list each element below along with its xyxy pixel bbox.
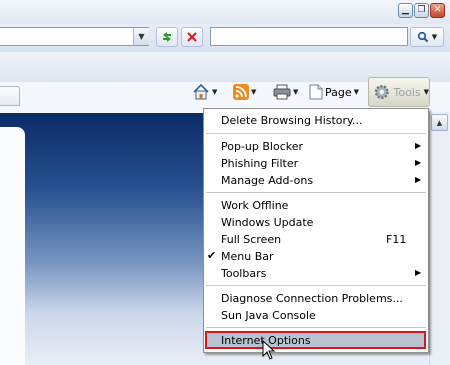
content-panel	[0, 127, 25, 365]
menu-item-label: Menu Bar	[221, 250, 274, 263]
print-button[interactable]: ▼	[273, 80, 298, 104]
menu-item-work-offline[interactable]: Work Offline	[204, 197, 428, 214]
menu-separator	[206, 285, 426, 286]
home-icon	[193, 83, 209, 100]
menu-item-internet-options[interactable]: Internet Options	[205, 331, 426, 349]
menu-item-label: Manage Add-ons	[221, 174, 314, 187]
chevron-down-icon: ▼	[138, 32, 145, 41]
submenu-arrow-icon: ▶	[415, 141, 422, 150]
page-menu-button[interactable]: Page ▼	[309, 80, 359, 104]
menu-item-label: Work Offline	[221, 199, 289, 212]
chevron-down-icon: ▼	[431, 33, 438, 41]
vertical-scrollbar[interactable]	[429, 112, 450, 365]
menu-item-phishing-filter[interactable]: Phishing Filter ▶	[204, 155, 428, 172]
menu-item-label: Pop-up Blocker	[221, 140, 304, 153]
chevron-down-icon: ▼	[212, 88, 218, 96]
address-dropdown-button[interactable]: ▼	[133, 28, 149, 45]
menu-item-sun-java-console[interactable]: Sun Java Console	[204, 307, 428, 324]
chevron-down-icon: ▼	[251, 88, 257, 96]
menu-item-windows-update[interactable]: Windows Update	[204, 214, 428, 231]
menu-separator	[206, 192, 426, 193]
gear-icon	[374, 85, 389, 99]
rss-feed-icon	[233, 84, 249, 100]
chevron-down-icon: ▼	[293, 88, 299, 96]
close-window-button[interactable]: ✕	[430, 3, 445, 18]
checkmark-icon: ✔	[207, 249, 217, 262]
restore-icon: ❐	[417, 5, 426, 15]
menu-item-label: Phishing Filter	[221, 157, 299, 170]
search-icon	[417, 31, 429, 43]
menu-item-label: Delete Browsing History...	[221, 114, 363, 127]
menu-item-label: Full Screen	[221, 233, 282, 246]
menu-separator	[206, 133, 426, 134]
scroll-up-button[interactable]: ▲	[431, 114, 448, 131]
refresh-button[interactable]	[156, 27, 178, 47]
menu-item-label: Toolbars	[221, 267, 267, 280]
restore-button[interactable]: ❐	[414, 3, 429, 18]
submenu-arrow-icon: ▶	[415, 158, 422, 167]
menu-item-delete-browsing-history[interactable]: Delete Browsing History...	[204, 112, 428, 129]
menu-item-menu-bar[interactable]: ✔ Menu Bar	[204, 248, 428, 265]
refresh-icon	[163, 32, 171, 42]
chevron-down-icon: ▼	[353, 88, 360, 96]
tools-menu: Delete Browsing History... Pop-up Blocke…	[203, 108, 429, 353]
home-button[interactable]: ▼	[192, 80, 217, 104]
chevron-down-icon: ▼	[423, 88, 429, 96]
printer-icon	[273, 84, 291, 100]
menu-item-shortcut: F11	[386, 233, 407, 246]
address-input[interactable]	[0, 27, 149, 46]
menu-item-label: Windows Update	[221, 216, 314, 229]
menu-item-label: Diagnose Connection Problems...	[221, 292, 403, 305]
menu-item-label: Sun Java Console	[221, 309, 316, 322]
mouse-pointer-icon	[262, 340, 276, 360]
page-menu-label: Page	[325, 85, 352, 99]
menu-item-full-screen[interactable]: Full Screen F11	[204, 231, 428, 248]
search-button[interactable]: ▼	[410, 27, 444, 47]
menu-item-diagnose-connection[interactable]: Diagnose Connection Problems...	[204, 290, 428, 307]
stop-icon	[187, 32, 197, 42]
page-icon	[309, 84, 323, 100]
title-bar	[0, 0, 450, 24]
menu-item-toolbars[interactable]: Toolbars ▶	[204, 265, 428, 282]
close-icon: ✕	[433, 5, 442, 15]
feeds-button[interactable]: ▼	[233, 80, 256, 104]
submenu-arrow-icon: ▶	[415, 268, 422, 277]
stop-button[interactable]	[181, 27, 203, 47]
menu-item-manage-addons[interactable]: Manage Add-ons ▶	[204, 172, 428, 189]
browser-tab[interactable]	[0, 86, 20, 106]
menu-separator	[206, 327, 426, 328]
chevron-up-icon: ▲	[436, 118, 443, 127]
minimize-icon: ▁	[402, 5, 409, 15]
search-input[interactable]	[210, 27, 408, 46]
minimize-button[interactable]: ▁	[398, 3, 413, 18]
tools-menu-label: Tools	[393, 85, 421, 99]
tools-menu-button[interactable]: Tools ▼	[368, 77, 430, 107]
submenu-arrow-icon: ▶	[415, 175, 422, 184]
menu-item-popup-blocker[interactable]: Pop-up Blocker ▶	[204, 138, 428, 155]
